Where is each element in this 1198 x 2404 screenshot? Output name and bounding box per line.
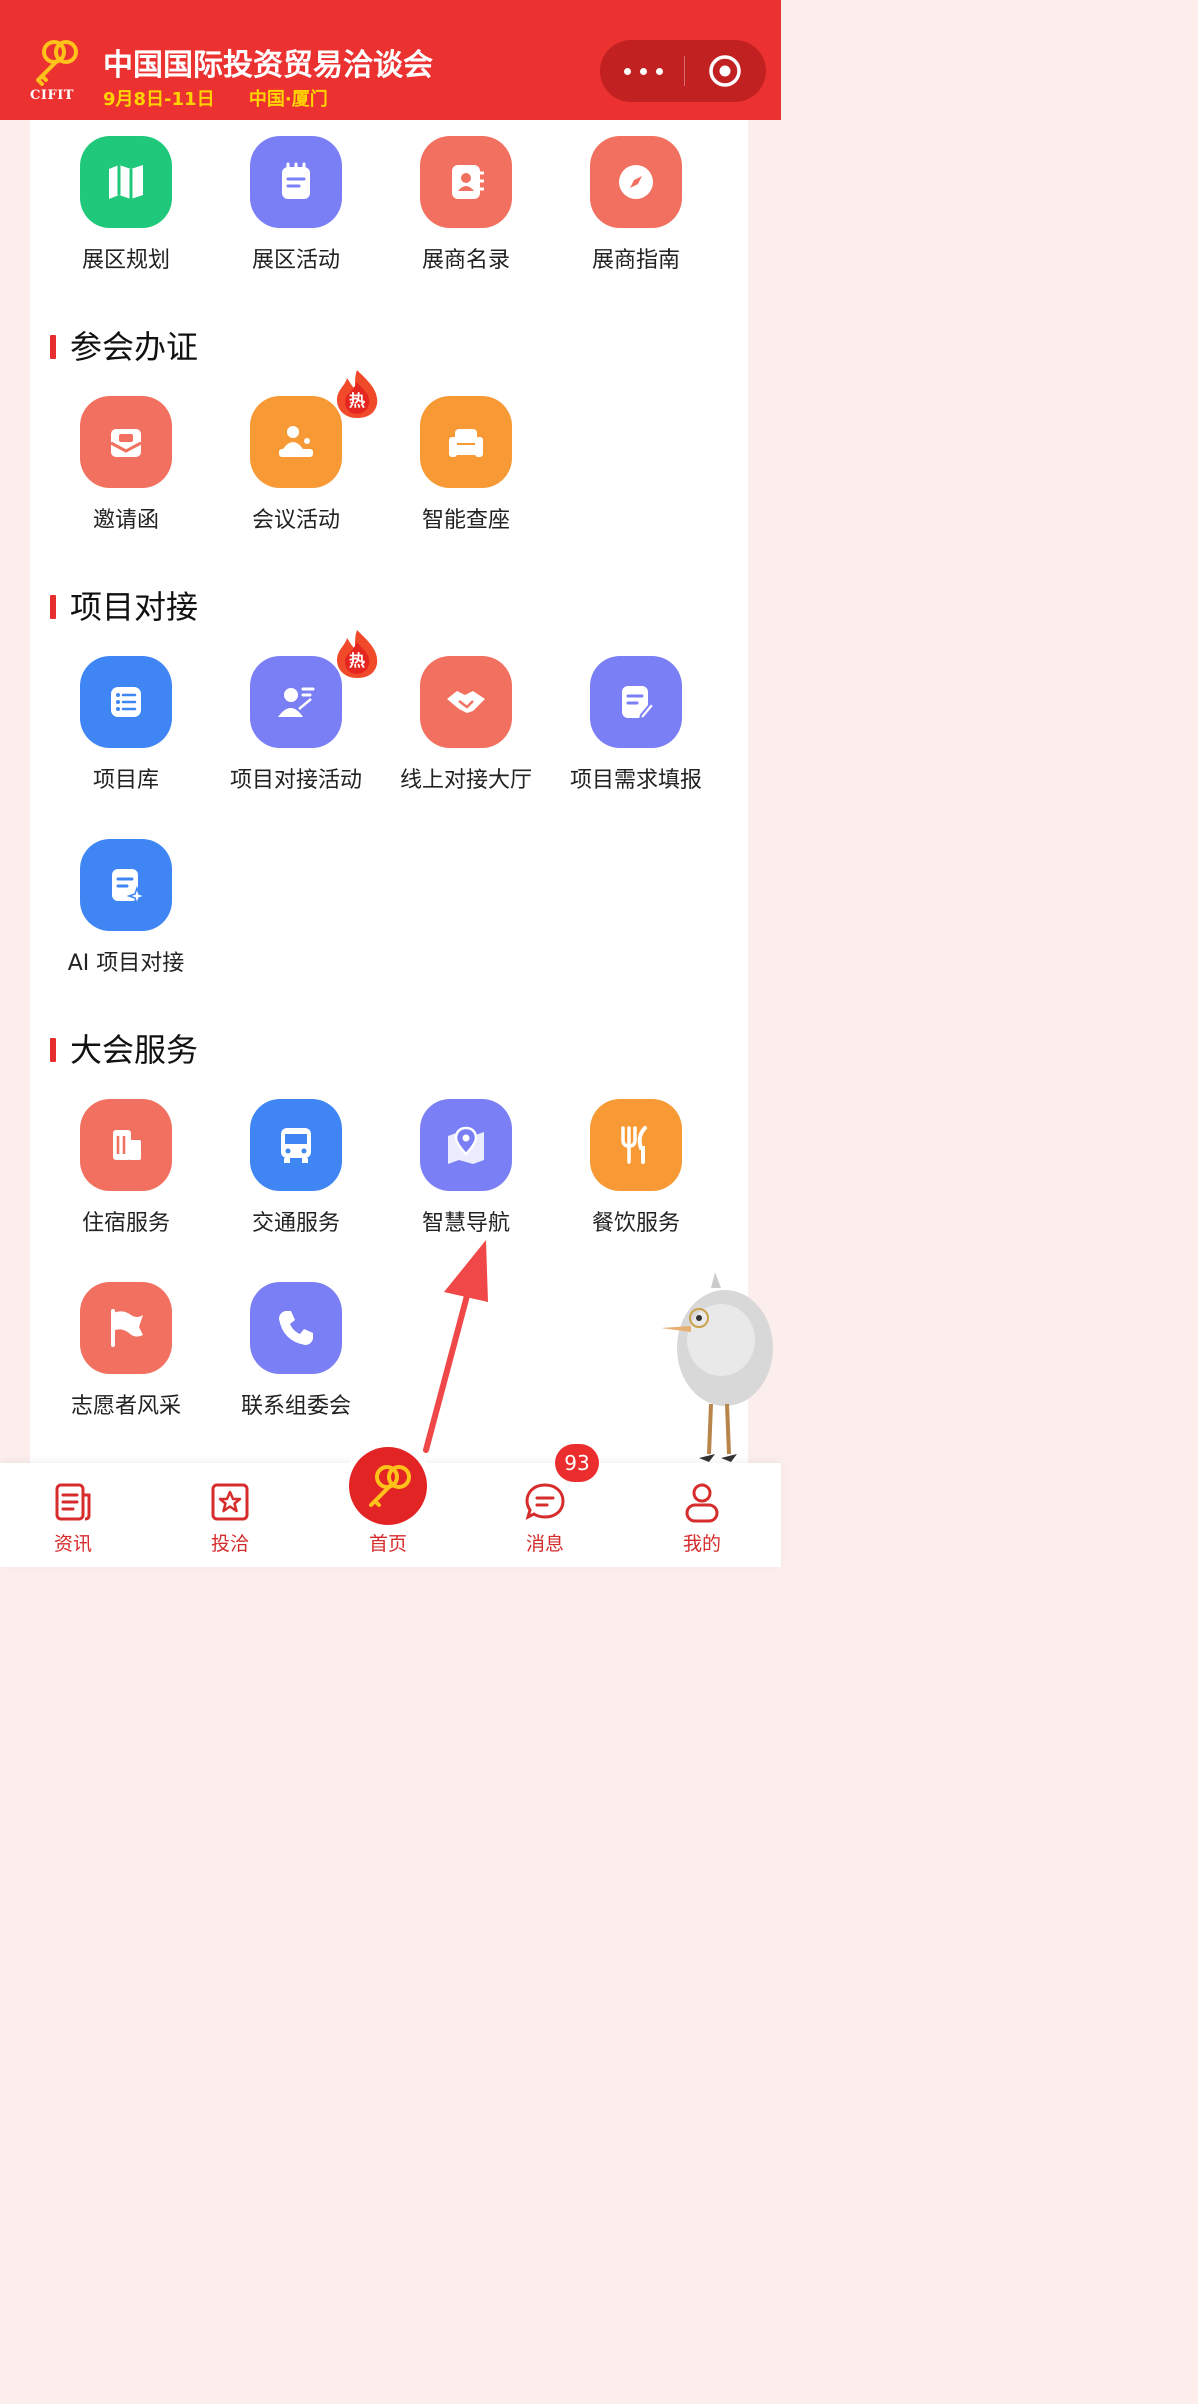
app-title: 中国国际投资贸易洽谈会 — [103, 48, 433, 83]
presenter-icon — [250, 656, 342, 748]
tab-investment[interactable]: 投洽 — [170, 1463, 290, 1567]
event-info: 9月8日-11日 中国·厦门 — [103, 85, 328, 111]
shortcut-volunteers[interactable]: 志愿者风采 — [41, 1266, 211, 1436]
close-miniapp-icon[interactable] — [708, 54, 742, 88]
section-title-registration: 参会办证 — [50, 327, 198, 367]
capsule-divider — [684, 56, 685, 86]
shortcut-label: 餐饮服务 — [591, 1211, 680, 1236]
shortcut-label: 智慧导航 — [421, 1211, 510, 1236]
section-title-conference-services: 大会服务 — [50, 1030, 198, 1070]
building-icon — [80, 1099, 172, 1191]
shortcut-smart-navigation[interactable]: 智慧导航 — [381, 1083, 551, 1253]
logo-text: CIFIT — [30, 88, 74, 103]
news-icon — [55, 1483, 91, 1521]
shortcut-accommodation[interactable]: 住宿服务 — [41, 1083, 211, 1253]
map-icon — [80, 136, 172, 228]
message-count-badge: 93 — [555, 1444, 599, 1482]
tab-profile[interactable]: 我的 — [642, 1463, 762, 1567]
tab-label: 投洽 — [210, 1533, 249, 1555]
project-row-1: 项目库 热 项目对接活动 线上对接大厅 项目需求填报 — [30, 630, 748, 810]
shortcut-transportation[interactable]: 交通服务 — [211, 1083, 381, 1253]
top-shortcuts-row: 展区规划 展区活动 展商名录 展商指南 — [30, 120, 748, 290]
project-row-2: AI 项目对接 — [30, 823, 748, 993]
hot-label: 热 — [349, 391, 365, 410]
event-dates: 9月8日-11日 — [103, 89, 215, 110]
list-icon — [80, 656, 172, 748]
star-badge-icon — [211, 1483, 249, 1521]
hot-fire-icon: 热 — [337, 370, 378, 418]
shortcut-seat-lookup[interactable]: 智能查座 — [381, 380, 551, 550]
app-header: CIFIT 中国国际投资贸易洽谈会 9月8日-11日 中国·厦门 — [0, 0, 781, 120]
fork-knife-icon — [590, 1099, 682, 1191]
shortcut-project-requirement-form[interactable]: 项目需求填报 — [551, 640, 721, 810]
cifit-logo: CIFIT — [22, 38, 82, 108]
shortcut-exhibitor-guide[interactable]: 展商指南 — [551, 120, 721, 290]
edit-form-icon — [590, 656, 682, 748]
tab-news[interactable]: 资讯 — [13, 1463, 133, 1567]
tab-label: 我的 — [682, 1533, 721, 1555]
message-icon — [525, 1483, 565, 1520]
tab-label: 资讯 — [53, 1533, 92, 1555]
shortcut-label: 项目需求填报 — [569, 768, 702, 793]
speaker-podium-icon — [250, 396, 342, 488]
shortcut-label: 展商指南 — [591, 248, 680, 273]
main-content: 展区规划 展区活动 展商名录 展商指南 参会办证 邀请函 热 会议活动 智能查座… — [30, 120, 748, 1465]
bus-icon — [250, 1099, 342, 1191]
shortcut-ai-project-matching[interactable]: AI 项目对接 — [41, 823, 211, 993]
shortcut-label: 交通服务 — [251, 1211, 340, 1236]
compass-icon — [590, 136, 682, 228]
shortcut-label: 项目对接活动 — [229, 768, 362, 793]
shortcut-label: 项目库 — [92, 768, 159, 793]
shortcut-online-matching-hall[interactable]: 线上对接大厅 — [381, 640, 551, 810]
person-icon — [685, 1483, 719, 1523]
shortcut-exhibition-activity[interactable]: 展区活动 — [211, 120, 381, 290]
shortcut-label: 邀请函 — [92, 508, 159, 533]
shortcut-project-matching-activity[interactable]: 热 项目对接活动 — [211, 630, 381, 810]
sofa-icon — [420, 396, 512, 488]
shortcut-invitation[interactable]: 邀请函 — [41, 380, 211, 550]
shortcut-label: 智能查座 — [421, 508, 510, 533]
shortcut-label: 展区规划 — [81, 248, 170, 273]
shortcut-label: 线上对接大厅 — [399, 768, 532, 793]
hot-label: 热 — [349, 651, 365, 670]
tab-home[interactable]: 首页 — [328, 1463, 448, 1567]
shortcut-project-library[interactable]: 项目库 — [41, 640, 211, 810]
shortcut-label: 住宿服务 — [81, 1211, 170, 1236]
miniapp-capsule — [600, 40, 766, 102]
shortcut-label: 展商名录 — [421, 248, 510, 273]
tab-label: 消息 — [525, 1533, 564, 1555]
shortcut-dining[interactable]: 餐饮服务 — [551, 1083, 721, 1253]
more-button[interactable] — [622, 52, 666, 90]
pointer-arrow-icon — [423, 1240, 488, 1453]
mascot-bird-icon[interactable] — [655, 1268, 775, 1468]
shortcut-label: 联系组委会 — [240, 1394, 351, 1419]
flag-icon — [80, 1282, 172, 1374]
notebook-icon — [250, 136, 342, 228]
hot-fire-icon: 热 — [337, 630, 378, 678]
shortcut-label: AI 项目对接 — [67, 951, 185, 976]
handshake-icon — [420, 656, 512, 748]
shortcut-label: 志愿者风采 — [70, 1394, 181, 1419]
ai-document-icon — [80, 839, 172, 931]
bottom-tab-bar: 资讯 投洽 首页 消息 我的 — [0, 1447, 781, 1567]
envelope-icon — [80, 396, 172, 488]
registration-row: 邀请函 热 会议活动 智能查座 — [30, 370, 748, 550]
shortcut-label: 展区活动 — [251, 248, 340, 273]
shortcut-meeting-activity[interactable]: 热 会议活动 — [211, 370, 381, 550]
shortcut-contact-committee[interactable]: 联系组委会 — [211, 1266, 381, 1436]
event-location: 中国·厦门 — [248, 89, 328, 110]
shortcut-exhibition-plan[interactable]: 展区规划 — [41, 120, 211, 290]
services-row-1: 住宿服务 交通服务 智慧导航 餐饮服务 — [30, 1083, 748, 1253]
shortcut-label: 会议活动 — [251, 508, 340, 533]
map-pin-icon — [420, 1099, 512, 1191]
contacts-book-icon — [420, 136, 512, 228]
phone-icon — [250, 1282, 342, 1374]
section-title-project-matching: 项目对接 — [50, 587, 198, 627]
shortcut-exhibitor-directory[interactable]: 展商名录 — [381, 120, 551, 290]
tab-label: 首页 — [368, 1533, 407, 1555]
services-row-2: 志愿者风采 联系组委会 — [30, 1266, 748, 1436]
key-logo-icon — [36, 40, 78, 86]
